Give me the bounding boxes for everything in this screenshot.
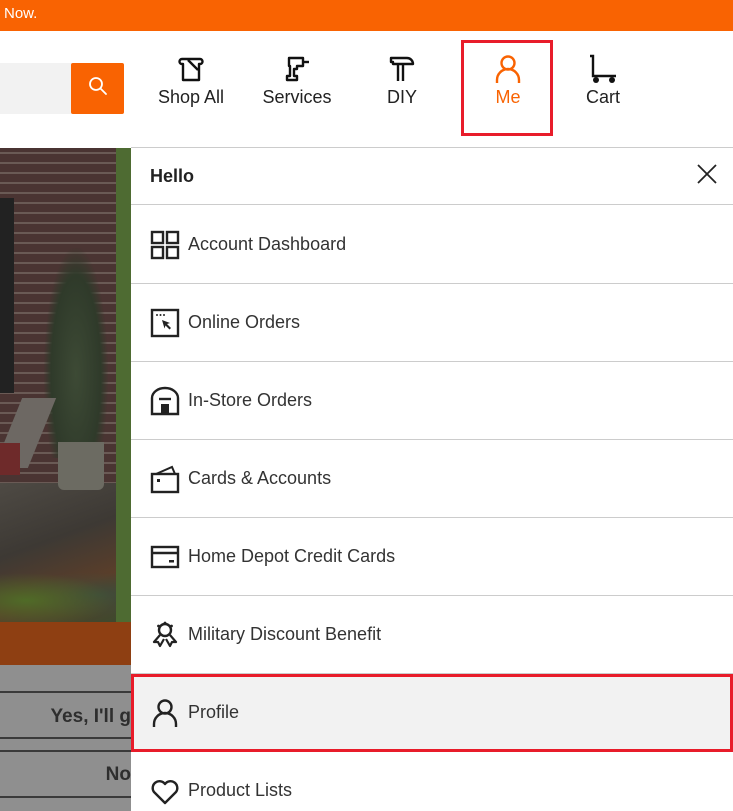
close-icon (697, 164, 717, 189)
topiary-tree (44, 248, 108, 458)
divider (0, 796, 131, 798)
dashboard-grid-icon (150, 230, 180, 260)
account-panel: Hello Account Dashboard Online Orders In… (131, 148, 733, 811)
nav-label: Cart (586, 87, 620, 108)
nav-shop-all[interactable]: Shop All (154, 53, 228, 123)
menu-item-product-lists[interactable]: Product Lists (131, 752, 733, 811)
menu-item-label: In-Store Orders (188, 390, 312, 411)
hero-image (0, 148, 131, 622)
menu-item-account-dashboard[interactable]: Account Dashboard (131, 206, 733, 284)
site-header: Shop All Services DIY Me Cart (0, 31, 733, 148)
survey-option-yes[interactable]: Yes, I'll g (50, 706, 131, 728)
window-shutter (0, 198, 14, 393)
nav-services[interactable]: Services (258, 53, 336, 123)
menu-item-online-orders[interactable]: Online Orders (131, 284, 733, 362)
menu-item-label: Profile (188, 702, 239, 723)
planter-pot (58, 442, 104, 490)
menu-item-label: Product Lists (188, 780, 292, 801)
store-icon (150, 386, 180, 416)
nav-label: Services (262, 87, 331, 108)
plants (0, 568, 131, 622)
nav-label: DIY (387, 87, 417, 108)
browser-cursor-icon (150, 308, 180, 338)
menu-item-credit-cards[interactable]: Home Depot Credit Cards (131, 518, 733, 596)
survey-option-no[interactable]: No (106, 764, 131, 786)
menu-item-label: Home Depot Credit Cards (188, 546, 395, 567)
green-accent (116, 148, 131, 622)
promo-banner[interactable]: Now. (0, 0, 733, 31)
survey-area: Yes, I'll g No (0, 665, 131, 811)
panel-header: Hello (131, 148, 733, 205)
nav-cart[interactable]: Cart (580, 53, 626, 123)
promo-text: Now. (4, 5, 37, 22)
menu-item-label: Cards & Accounts (188, 468, 331, 489)
credit-card-icon (150, 542, 180, 572)
menu-item-label: Account Dashboard (188, 234, 346, 255)
menu-item-cards-accounts[interactable]: Cards & Accounts (131, 440, 733, 518)
nav-label: Shop All (158, 87, 224, 108)
drill-icon (281, 53, 313, 85)
search-button[interactable] (71, 63, 124, 114)
person-icon (150, 698, 180, 728)
award-ribbon-icon (150, 620, 180, 650)
menu-item-label: Military Discount Benefit (188, 624, 381, 645)
cart-icon (587, 53, 619, 85)
close-button[interactable] (695, 164, 719, 188)
search-input[interactable] (0, 63, 72, 114)
menu-item-military-discount[interactable]: Military Discount Benefit (131, 596, 733, 674)
chair-cushion (0, 443, 20, 475)
menu-item-in-store-orders[interactable]: In-Store Orders (131, 362, 733, 440)
wallet-cards-icon (150, 464, 180, 494)
paint-bucket-icon (175, 53, 207, 85)
divider (0, 691, 131, 693)
heart-icon (150, 776, 180, 806)
search-icon (88, 76, 108, 101)
panel-title: Hello (150, 166, 194, 187)
menu-item-label: Online Orders (188, 312, 300, 333)
divider (0, 750, 131, 752)
menu-item-profile[interactable]: Profile (131, 674, 733, 752)
nav-diy[interactable]: DIY (380, 53, 424, 123)
hammer-icon (386, 53, 418, 85)
divider (0, 737, 131, 739)
survey-header-band (0, 622, 131, 665)
account-menu: Account Dashboard Online Orders In-Store… (131, 206, 733, 811)
me-highlight-box (461, 40, 553, 136)
